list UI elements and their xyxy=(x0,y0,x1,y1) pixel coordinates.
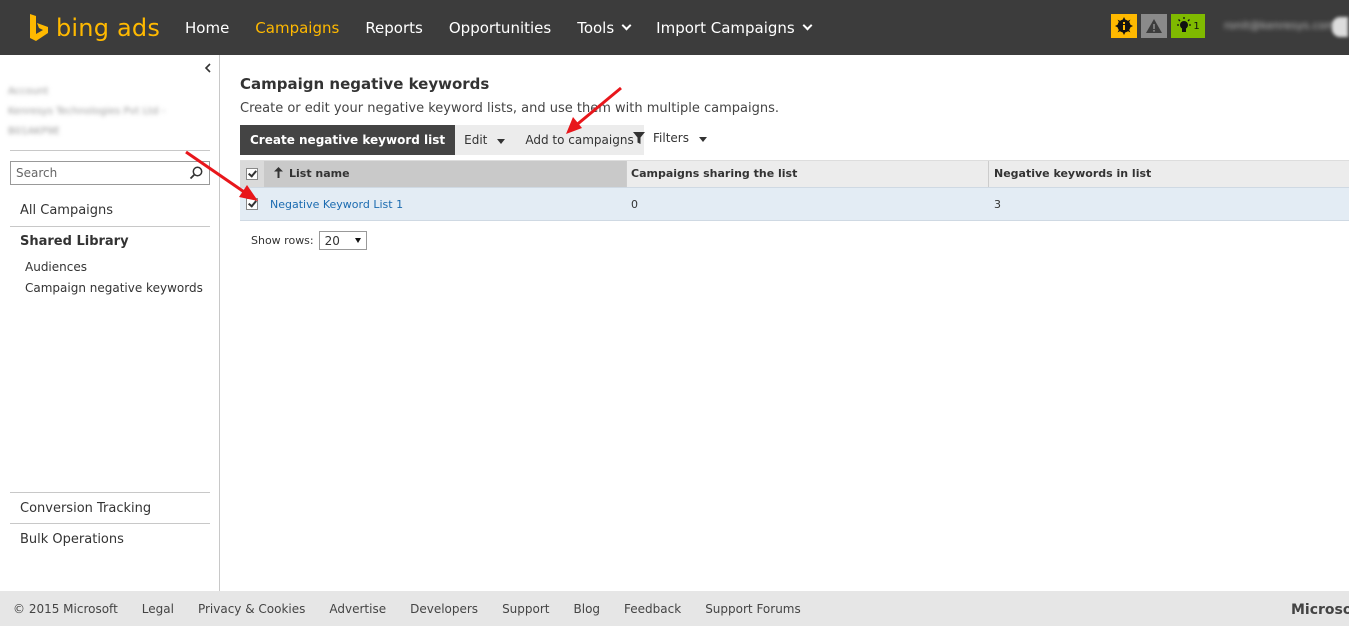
column-header-campaigns-sharing[interactable]: Campaigns sharing the list xyxy=(631,167,797,180)
footer-link-advertise[interactable]: Advertise xyxy=(329,602,386,616)
microsoft-logo: Microsoft xyxy=(1291,602,1349,618)
sidebar-item-all-campaigns[interactable]: All Campaigns xyxy=(20,203,113,218)
dropdown-arrow-icon xyxy=(698,136,707,142)
campaigns-sharing-count: 0 xyxy=(631,198,638,211)
user-avatar[interactable] xyxy=(1332,17,1348,37)
grid-header: List name Campaigns sharing the list Neg… xyxy=(240,160,1349,187)
user-email[interactable]: ronit@kenresys.com xyxy=(1224,19,1336,32)
column-header-list-name[interactable]: List name xyxy=(264,161,626,187)
sidebar-divider xyxy=(10,492,210,493)
filter-icon xyxy=(633,132,645,144)
nav-opportunities[interactable]: Opportunities xyxy=(449,19,551,37)
column-separator xyxy=(988,161,989,187)
account-info: Account Kenresys Technologies Pvt Ltd - … xyxy=(8,82,165,142)
footer-link-developers[interactable]: Developers xyxy=(410,602,478,616)
bing-ads-logo[interactable]: bing ads xyxy=(28,12,160,44)
footer-link-legal[interactable]: Legal xyxy=(142,602,174,616)
negative-keyword-list-link[interactable]: Negative Keyword List 1 xyxy=(270,198,403,211)
account-label: Account xyxy=(8,86,49,97)
info-icon xyxy=(1115,17,1133,35)
collapse-sidebar-icon[interactable] xyxy=(203,63,213,73)
warning-icon xyxy=(1146,19,1162,33)
rows-per-page-value: 20 xyxy=(324,233,340,248)
column-label-list-name: List name xyxy=(289,167,350,180)
page-description: Create or edit your negative keyword lis… xyxy=(240,101,779,116)
rows-per-page-select[interactable]: 20 xyxy=(318,231,367,250)
sidebar-item-campaign-negative-keywords[interactable]: Campaign negative keywords xyxy=(25,281,203,295)
nav-import-campaigns-label: Import Campaigns xyxy=(656,18,795,37)
search-input[interactable] xyxy=(11,162,181,184)
edit-dropdown-button[interactable]: Edit xyxy=(455,125,514,155)
logo-text: bing ads xyxy=(56,14,161,42)
nav-campaigns[interactable]: Campaigns xyxy=(255,19,339,37)
sidebar-item-audiences[interactable]: Audiences xyxy=(25,260,87,274)
filters-dropdown[interactable]: Filters xyxy=(633,131,707,145)
nav-import-campaigns[interactable]: Import Campaigns xyxy=(656,18,813,37)
edit-label: Edit xyxy=(464,133,488,147)
select-all-checkbox[interactable] xyxy=(246,168,258,180)
info-notification-button[interactable] xyxy=(1111,14,1137,38)
main-nav: Home Campaigns Reports Opportunities Too… xyxy=(185,0,837,55)
sidebar: Account Kenresys Technologies Pvt Ltd - … xyxy=(0,55,220,591)
footer-link-feedback[interactable]: Feedback xyxy=(624,602,681,616)
sidebar-divider xyxy=(10,150,210,151)
sort-ascending-icon xyxy=(274,167,283,178)
nav-tools-label: Tools xyxy=(577,18,615,37)
top-navigation-bar: bing ads Home Campaigns Reports Opportun… xyxy=(0,0,1349,55)
footer: © 2015 Microsoft Legal Privacy & Cookies… xyxy=(0,591,1349,626)
add-to-campaigns-button[interactable]: Add to campaigns xyxy=(513,125,644,155)
negative-keywords-count: 3 xyxy=(994,198,1001,211)
create-negative-keyword-list-button[interactable]: Create negative keyword list xyxy=(240,125,456,155)
pagination-rows: Show rows: 20 xyxy=(251,231,367,250)
sidebar-item-shared-library[interactable]: Shared Library xyxy=(20,234,129,249)
account-name: Kenresys Technologies Pvt Ltd - xyxy=(8,106,166,117)
column-separator xyxy=(626,161,627,187)
footer-links: © 2015 Microsoft Legal Privacy & Cookies… xyxy=(13,602,825,616)
tips-notification-button[interactable]: 1 xyxy=(1171,14,1205,38)
nav-home[interactable]: Home xyxy=(185,19,229,37)
bing-logo-icon xyxy=(30,14,48,41)
sidebar-search xyxy=(10,161,210,185)
sidebar-divider xyxy=(10,226,210,227)
footer-copyright: © 2015 Microsoft xyxy=(13,602,118,616)
nav-tools[interactable]: Tools xyxy=(577,18,632,37)
warning-notification-button[interactable] xyxy=(1141,14,1167,38)
footer-link-blog[interactable]: Blog xyxy=(574,602,601,616)
search-icon[interactable] xyxy=(189,166,203,180)
table-row[interactable]: Negative Keyword List 1 0 3 xyxy=(240,187,1349,221)
account-id: B01AKP9E xyxy=(8,126,60,137)
dropdown-arrow-icon xyxy=(497,138,506,144)
sidebar-divider xyxy=(10,523,210,524)
page-title: Campaign negative keywords xyxy=(240,75,490,93)
footer-link-privacy[interactable]: Privacy & Cookies xyxy=(198,602,305,616)
dropdown-arrow-icon xyxy=(354,238,361,243)
chevron-down-icon xyxy=(802,20,813,31)
sidebar-item-bulk-operations[interactable]: Bulk Operations xyxy=(20,532,124,547)
toolbar: Create negative keyword list Edit Add to… xyxy=(240,125,644,155)
lightbulb-icon xyxy=(1177,17,1192,32)
column-header-negative-keywords[interactable]: Negative keywords in list xyxy=(994,167,1151,180)
tips-count: 1 xyxy=(1193,20,1200,32)
row-checkbox[interactable] xyxy=(246,198,258,210)
nav-reports[interactable]: Reports xyxy=(365,19,423,37)
filters-label: Filters xyxy=(653,131,689,145)
footer-link-support[interactable]: Support xyxy=(502,602,549,616)
chevron-down-icon xyxy=(621,20,632,31)
footer-link-support-forums[interactable]: Support Forums xyxy=(705,602,801,616)
sidebar-item-conversion-tracking[interactable]: Conversion Tracking xyxy=(20,501,151,516)
show-rows-label: Show rows: xyxy=(251,234,314,247)
select-all-cell xyxy=(240,161,264,187)
